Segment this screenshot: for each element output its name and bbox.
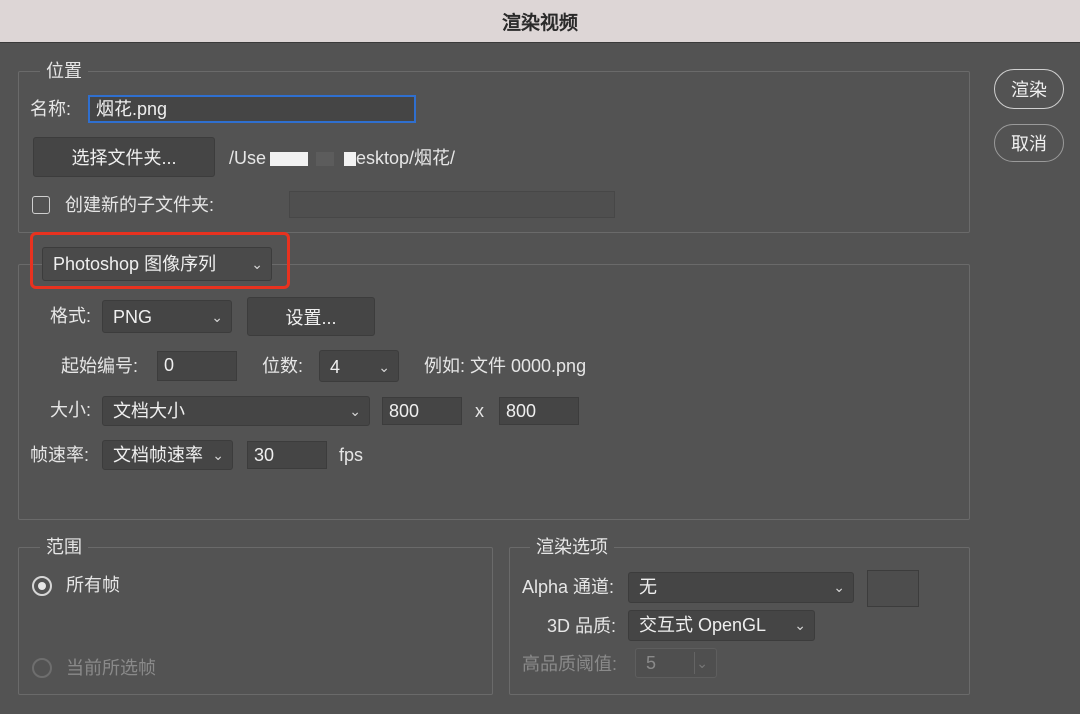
alpha-channel-select[interactable]: 无 ⌄: [628, 572, 854, 603]
create-subfolder-checkbox[interactable]: [32, 196, 50, 214]
create-subfolder-label: 创建新的子文件夹:: [65, 195, 215, 215]
render-options-legend: 渲染选项: [530, 536, 614, 558]
name-label: 名称:: [30, 99, 72, 119]
chevron-down-icon: ⌄: [833, 579, 845, 595]
dimension-separator: x: [475, 401, 484, 421]
chevron-down-icon: ⌄: [378, 359, 390, 375]
threshold-divider: [694, 652, 695, 674]
folder-path: /Use esktop/烟花/: [229, 145, 455, 171]
chevron-down-icon: ⌄: [794, 617, 806, 633]
path-redaction: [344, 152, 357, 167]
chevron-down-icon: ⌄: [211, 309, 223, 325]
current-frames-radio[interactable]: [32, 658, 52, 678]
choose-folder-button[interactable]: 选择文件夹...: [33, 137, 215, 177]
3d-quality-value: 交互式 OpenGL: [639, 615, 767, 635]
range-legend: 范围: [40, 536, 88, 558]
digits-label: 位数:: [262, 356, 304, 376]
format-select[interactable]: PNG ⌄: [102, 300, 232, 333]
path-redaction: [316, 152, 335, 167]
all-frames-radio[interactable]: [32, 576, 52, 596]
filename-example: 例如: 文件 0000.png: [424, 356, 587, 376]
3d-quality-select[interactable]: 交互式 OpenGL ⌄: [628, 610, 815, 641]
start-number-label: 起始编号:: [61, 356, 139, 376]
size-value: 文档大小: [113, 401, 185, 421]
chevron-down-icon: ⌄: [696, 655, 708, 671]
frame-rate-mode: 文档帧速率: [113, 445, 203, 465]
render-button[interactable]: 渲染: [994, 69, 1064, 109]
current-frames-label: 当前所选帧: [66, 658, 156, 678]
frame-rate-select[interactable]: 文档帧速率 ⌄: [102, 440, 233, 470]
location-legend: 位置: [40, 60, 88, 82]
size-select[interactable]: 文档大小 ⌄: [102, 396, 370, 426]
digits-select[interactable]: 4 ⌄: [319, 350, 399, 382]
window-title-bar: 渲染视频: [0, 0, 1080, 43]
width-input[interactable]: 800: [382, 397, 462, 425]
size-label: 大小:: [50, 400, 92, 420]
highlight-annotation: [30, 232, 290, 289]
chevron-down-icon: ⌄: [349, 403, 361, 419]
height-input[interactable]: 800: [499, 397, 579, 425]
quality-threshold-label: 高品质阈值:: [522, 654, 618, 674]
quality-threshold-value: 5: [646, 653, 657, 673]
alpha-channel-value: 无: [639, 577, 657, 597]
folder-path-prefix: /Use: [229, 148, 267, 168]
alpha-channel-label: Alpha 通道:: [522, 577, 615, 597]
digits-value: 4: [330, 357, 341, 377]
start-number-input[interactable]: 0: [157, 351, 237, 381]
format-label: 格式:: [50, 306, 92, 326]
chevron-down-icon: ⌄: [212, 447, 224, 463]
alpha-color-swatch[interactable]: [867, 570, 919, 607]
quality-threshold-select: 5 ⌄: [635, 648, 717, 678]
all-frames-label: 所有帧: [66, 575, 120, 595]
name-input[interactable]: 烟花.png: [88, 95, 416, 123]
fps-input[interactable]: 30: [247, 441, 327, 469]
fps-unit: fps: [339, 445, 364, 465]
3d-quality-label: 3D 品质:: [547, 616, 617, 636]
folder-path-suffix: esktop/烟花/: [356, 148, 456, 168]
subfolder-input: [289, 191, 615, 218]
cancel-button[interactable]: 取消: [994, 124, 1064, 162]
format-settings-button[interactable]: 设置...: [247, 297, 375, 336]
window-title: 渲染视频: [501, 12, 578, 34]
format-value: PNG: [113, 307, 153, 327]
frame-rate-label: 帧速率:: [30, 445, 90, 465]
path-redaction: [270, 152, 309, 167]
